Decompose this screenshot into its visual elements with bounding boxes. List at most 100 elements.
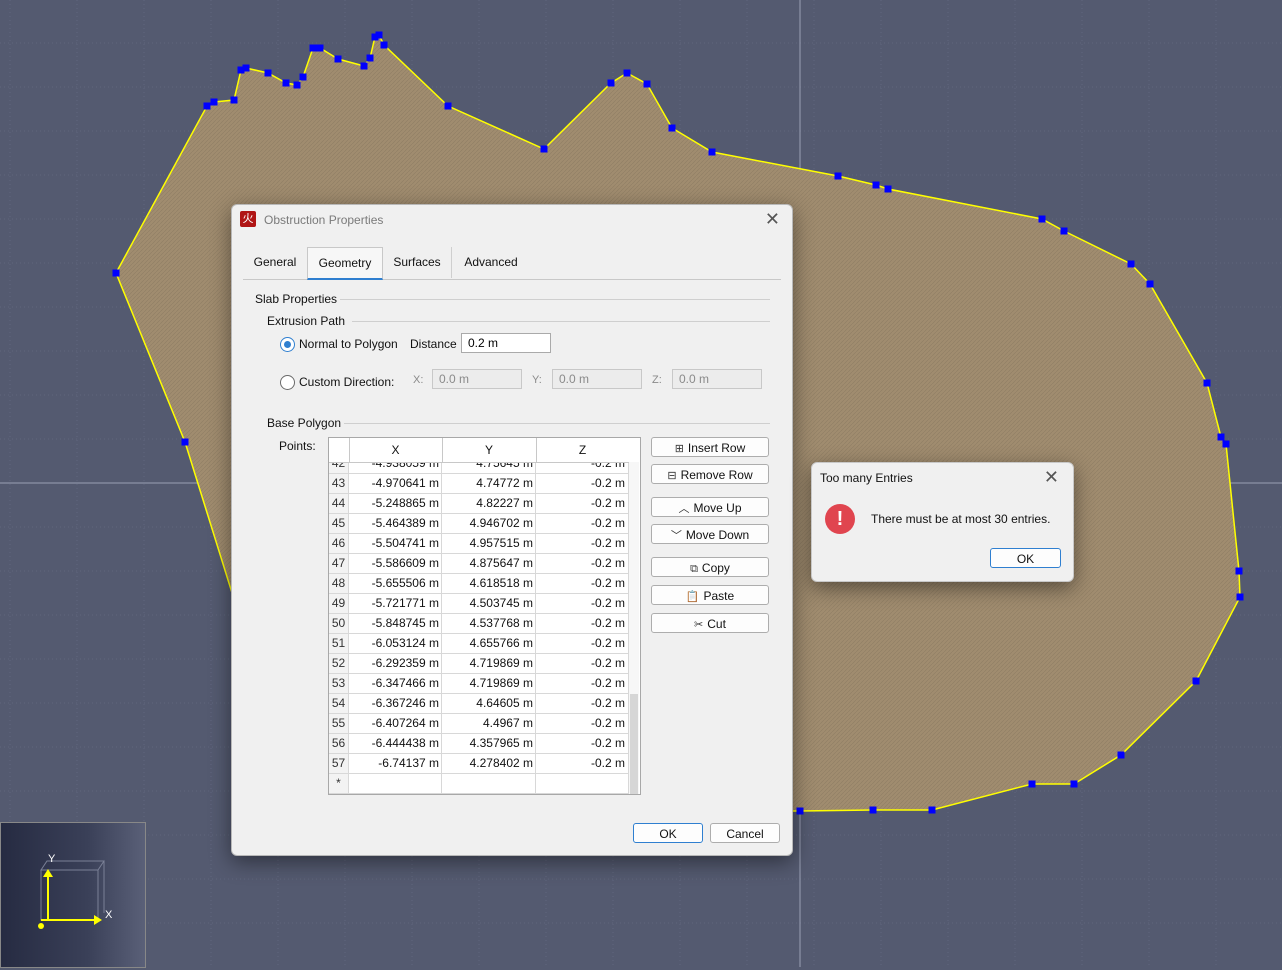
- polygon-vertex[interactable]: [1070, 780, 1078, 788]
- polygon-vertex[interactable]: [668, 124, 676, 132]
- y-cell[interactable]: 4.719869 m: [442, 674, 536, 693]
- table-row[interactable]: 53 -6.347466 m 4.719869 m -0.2 m: [329, 674, 629, 694]
- polygon-vertex[interactable]: [1222, 440, 1230, 448]
- z-cell[interactable]: -0.2 m: [536, 554, 629, 573]
- polygon-vertex[interactable]: [309, 44, 317, 52]
- tab-geometry[interactable]: Geometry: [307, 247, 383, 280]
- polygon-vertex[interactable]: [540, 145, 548, 153]
- y-cell[interactable]: 4.655766 m: [442, 634, 536, 653]
- polygon-vertex[interactable]: [181, 438, 189, 446]
- x-cell[interactable]: -5.464389 m: [349, 514, 442, 533]
- column-header-z[interactable]: Z: [536, 438, 629, 462]
- z-cell[interactable]: -0.2 m: [536, 494, 629, 513]
- table-row[interactable]: 54 -6.367246 m 4.64605 m -0.2 m: [329, 694, 629, 714]
- z-cell[interactable]: -0.2 m: [536, 674, 629, 693]
- custom-z-input[interactable]: [672, 369, 762, 389]
- x-cell[interactable]: [349, 774, 442, 793]
- z-cell[interactable]: -0.2 m: [536, 754, 629, 773]
- polygon-vertex[interactable]: [299, 73, 307, 81]
- copy-button[interactable]: ⧉ Copy: [651, 557, 769, 577]
- z-cell[interactable]: -0.2 m: [536, 634, 629, 653]
- table-scrollbar[interactable]: [629, 462, 639, 794]
- polygon-vertex[interactable]: [796, 807, 804, 815]
- polygon-vertex[interactable]: [1236, 593, 1244, 601]
- polygon-vertex[interactable]: [928, 806, 936, 814]
- x-cell[interactable]: -5.848745 m: [349, 614, 442, 633]
- tab-general[interactable]: General: [243, 247, 308, 278]
- column-header-y[interactable]: Y: [442, 438, 537, 462]
- message-ok-button[interactable]: OK: [990, 548, 1061, 568]
- custom-y-input[interactable]: [552, 369, 642, 389]
- x-cell[interactable]: -6.053124 m: [349, 634, 442, 653]
- polygon-vertex[interactable]: [607, 79, 615, 87]
- polygon-vertex[interactable]: [360, 62, 368, 70]
- x-cell[interactable]: -5.248865 m: [349, 494, 442, 513]
- z-cell[interactable]: -0.2 m: [536, 474, 629, 493]
- polygon-vertex[interactable]: [282, 79, 290, 87]
- new-row[interactable]: *: [329, 774, 629, 794]
- polygon-vertex[interactable]: [869, 806, 877, 814]
- x-cell[interactable]: -4.970641 m: [349, 474, 442, 493]
- polygon-vertex[interactable]: [1146, 280, 1154, 288]
- y-cell[interactable]: 4.64605 m: [442, 694, 536, 713]
- x-cell[interactable]: -6.74137 m: [349, 754, 442, 773]
- table-row[interactable]: 45 -5.464389 m 4.946702 m -0.2 m: [329, 514, 629, 534]
- scrollbar-thumb[interactable]: [630, 694, 638, 794]
- x-cell[interactable]: -5.655506 m: [349, 574, 442, 593]
- z-cell[interactable]: -0.2 m: [536, 594, 629, 613]
- y-cell[interactable]: 4.957515 m: [442, 534, 536, 553]
- z-cell[interactable]: -0.2 m: [536, 614, 629, 633]
- y-cell[interactable]: 4.503745 m: [442, 594, 536, 613]
- polygon-vertex[interactable]: [872, 181, 880, 189]
- polygon-vertex[interactable]: [375, 31, 383, 39]
- column-header-x[interactable]: X: [349, 438, 443, 462]
- polygon-vertex[interactable]: [643, 80, 651, 88]
- y-cell[interactable]: 4.74772 m: [442, 474, 536, 493]
- polygon-vertex[interactable]: [293, 81, 301, 89]
- z-cell[interactable]: -0.2 m: [536, 534, 629, 553]
- z-cell[interactable]: [536, 774, 629, 793]
- polygon-vertex[interactable]: [112, 269, 120, 277]
- z-cell[interactable]: -0.2 m: [536, 514, 629, 533]
- tab-advanced[interactable]: Advanced: [453, 247, 529, 278]
- move-up-button[interactable]: ︿ Move Up: [651, 497, 769, 517]
- polygon-vertex[interactable]: [1117, 751, 1125, 759]
- tab-surfaces[interactable]: Surfaces: [383, 247, 452, 278]
- table-row[interactable]: 47 -5.586609 m 4.875647 m -0.2 m: [329, 554, 629, 574]
- polygon-vertex[interactable]: [380, 41, 388, 49]
- paste-button[interactable]: 📋 Paste: [651, 585, 769, 605]
- z-cell[interactable]: -0.2 m: [536, 734, 629, 753]
- x-cell[interactable]: -6.367246 m: [349, 694, 442, 713]
- polygon-vertex[interactable]: [884, 185, 892, 193]
- polygon-vertex[interactable]: [203, 102, 211, 110]
- polygon-vertex[interactable]: [1028, 780, 1036, 788]
- insert-row-button[interactable]: ⊞ Insert Row: [651, 437, 769, 457]
- polygon-vertex[interactable]: [366, 54, 374, 62]
- polygon-vertex[interactable]: [623, 69, 631, 77]
- y-cell[interactable]: 4.357965 m: [442, 734, 536, 753]
- table-row[interactable]: 43 -4.970641 m 4.74772 m -0.2 m: [329, 474, 629, 494]
- polygon-vertex[interactable]: [1217, 433, 1225, 441]
- table-row[interactable]: 49 -5.721771 m 4.503745 m -0.2 m: [329, 594, 629, 614]
- y-cell[interactable]: 4.537768 m: [442, 614, 536, 633]
- custom-x-input[interactable]: [432, 369, 522, 389]
- polygon-vertex[interactable]: [1060, 227, 1068, 235]
- custom-direction-radio[interactable]: [280, 375, 295, 390]
- close-icon[interactable]: ✕: [765, 209, 780, 230]
- polygon-vertex[interactable]: [264, 69, 272, 77]
- y-cell[interactable]: 4.82227 m: [442, 494, 536, 513]
- z-cell[interactable]: -0.2 m: [536, 654, 629, 673]
- polygon-vertex[interactable]: [210, 98, 218, 106]
- polygon-vertex[interactable]: [1235, 567, 1243, 575]
- table-row[interactable]: 55 -6.407264 m 4.4967 m -0.2 m: [329, 714, 629, 734]
- table-row[interactable]: 52 -6.292359 m 4.719869 m -0.2 m: [329, 654, 629, 674]
- polygon-vertex[interactable]: [316, 44, 324, 52]
- polygon-vertex[interactable]: [444, 102, 452, 110]
- y-cell[interactable]: 4.875647 m: [442, 554, 536, 573]
- close-icon[interactable]: ✕: [1044, 467, 1059, 488]
- ok-button[interactable]: OK: [633, 823, 703, 843]
- x-cell[interactable]: -6.292359 m: [349, 654, 442, 673]
- table-row[interactable]: 44 -5.248865 m 4.82227 m -0.2 m: [329, 494, 629, 514]
- table-row[interactable]: 56 -6.444438 m 4.357965 m -0.2 m: [329, 734, 629, 754]
- cut-button[interactable]: ✂ Cut: [651, 613, 769, 633]
